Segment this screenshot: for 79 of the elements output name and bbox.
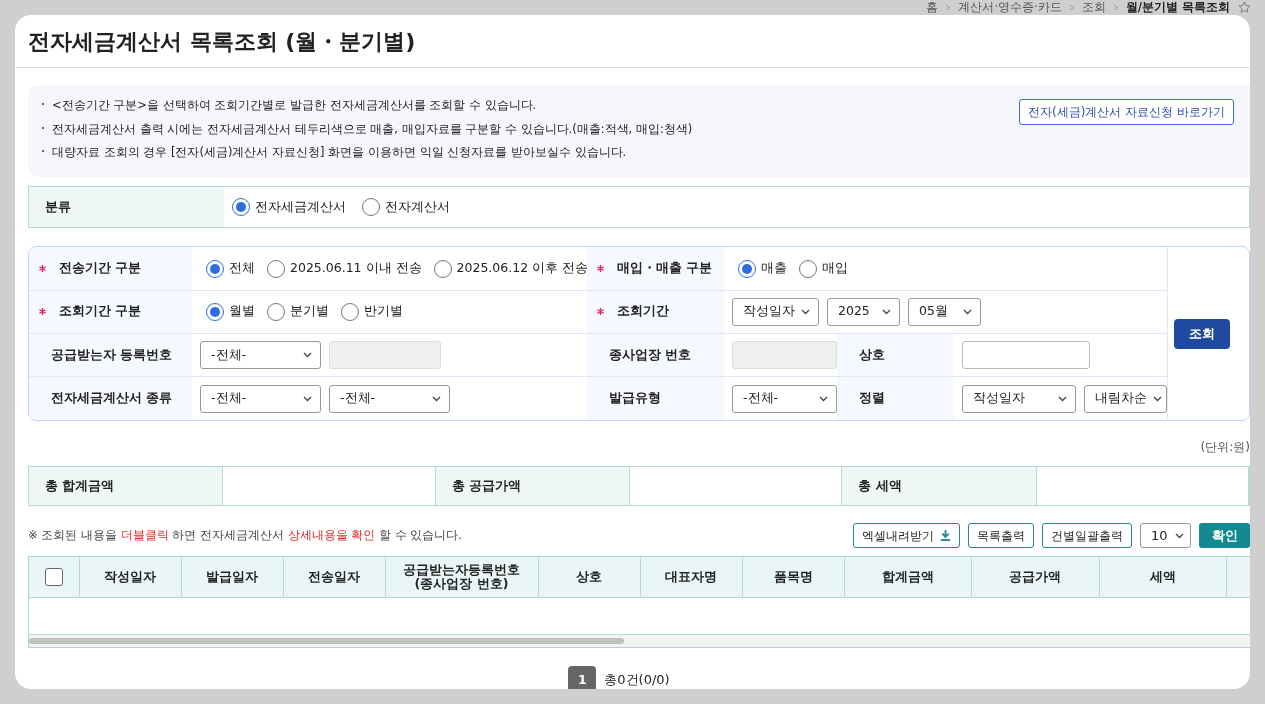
download-icon: [940, 530, 951, 542]
chevron-icon: [1058, 395, 1068, 402]
breadcrumb-link[interactable]: 홈: [926, 1, 939, 14]
chevron-icon: [432, 395, 441, 402]
radio-option[interactable]: 월별: [206, 302, 255, 322]
column-header: 발급일자: [181, 557, 283, 598]
chevron-icon: [882, 308, 891, 315]
radio-option[interactable]: 매출: [738, 259, 787, 278]
total-label: 총 공급가액: [435, 467, 631, 506]
field-label: 전송기간 구분: [59, 259, 142, 278]
column-header: 합계금액: [844, 557, 971, 598]
dropdown[interactable]: -전체-: [329, 384, 450, 413]
column-header: 공급가액: [971, 557, 1099, 598]
radio-option[interactable]: 전체: [206, 259, 255, 278]
field-label: 매입・매출 구분: [617, 259, 713, 278]
column-header: 품목명: [742, 557, 844, 598]
radio-option[interactable]: 반기별: [341, 302, 403, 322]
dropdown[interactable]: 내림차순: [1084, 384, 1167, 413]
chevron-icon: [801, 308, 810, 315]
radio-option[interactable]: 2025.06.11 이내 전송: [267, 259, 422, 278]
request-link-button[interactable]: 전자(세금)계산서 자료신청 바로가기: [1019, 99, 1234, 126]
dropdown[interactable]: 05월: [908, 297, 981, 326]
unit-label: (단위:원): [1200, 440, 1250, 455]
chevron-icon: [819, 395, 828, 402]
dropdown[interactable]: -전체-: [200, 384, 321, 413]
column-header: 공급받는자등록번호 (종사업장 번호): [385, 557, 538, 598]
breadcrumb-link[interactable]: 조회: [1081, 1, 1106, 14]
toolbar-button[interactable]: 건별일괄출력: [1042, 523, 1132, 549]
field-label: 정렬: [859, 389, 885, 408]
radio-option[interactable]: 2025.06.12 이후 전송: [433, 259, 589, 278]
chevron-icon: [1153, 395, 1163, 402]
notice-text: <전송기간 구분>을 선택하여 조회기간별로 발급한 전자세금계산서를 조회할 수 있습니다.: [40, 97, 693, 115]
category-label: 분류: [29, 187, 224, 228]
radio-option[interactable]: 분기별: [267, 302, 329, 322]
column-header: 대표자명: [640, 557, 742, 598]
dropdown[interactable]: -전체-: [200, 341, 321, 369]
radio-option[interactable]: 전자세금계산서: [232, 198, 346, 217]
result-count: 총0건(0/0): [604, 671, 670, 689]
breadcrumb-link[interactable]: 월/분기별 목록조회: [1125, 1, 1230, 14]
dropdown[interactable]: 작성일자: [732, 297, 819, 326]
page-size-dropdown[interactable]: 10: [1140, 523, 1191, 549]
column-header: 세액: [1099, 557, 1226, 598]
star-icon[interactable]: [1238, 1, 1251, 14]
dropdown[interactable]: 작성일자: [962, 384, 1077, 413]
radio-option[interactable]: 전자계산서: [362, 198, 450, 217]
chevron-icon: [303, 395, 312, 402]
notice-text: 전자세금계산서 출력 시에는 전자세금계산서 테두리색으로 매출, 매입자료를 구분할 수 있습니다.(매출:적색, 매입:청색): [40, 120, 693, 138]
field-label: 발급유형: [609, 389, 661, 408]
chevron-icon: [963, 308, 972, 315]
breadcrumb-link[interactable]: 계산서·영수증·카드: [958, 1, 1062, 14]
field-label: 상호: [859, 345, 885, 364]
confirm-button[interactable]: 확인: [1199, 523, 1250, 549]
excel-download-button[interactable]: 엑셀내려받기: [853, 523, 960, 549]
column-header: 상호: [538, 557, 640, 598]
total-label: 총 세액: [842, 467, 1037, 506]
field-label: 조회기간: [617, 302, 669, 321]
dropdown[interactable]: -전체-: [732, 384, 837, 413]
toolbar-button[interactable]: 목록출력: [968, 523, 1034, 549]
field-label: 전자세금계산서 종류: [51, 389, 173, 408]
field-label: 공급받는자 등록번호: [51, 345, 173, 364]
input-field[interactable]: [962, 341, 1090, 369]
page-title: 전자세금계산서 목록조회 (월・분기별): [28, 28, 417, 56]
page-button[interactable]: 1: [568, 665, 597, 689]
search-button[interactable]: 조회: [1173, 318, 1230, 349]
column-header: 작성일자: [79, 557, 181, 598]
chevron-icon: [1113, 4, 1118, 11]
chevron-icon: [303, 352, 312, 358]
radio-option[interactable]: 매입: [799, 259, 848, 278]
chevron-icon: [1069, 4, 1074, 11]
table-hint: ※ 조회된 내용을 더블클릭 하면 전자세금계산서 상세내용을 확인 할 수 있습니다.: [28, 527, 462, 545]
total-label: 총 합계금액: [29, 467, 224, 506]
notice-text: 대량자료 조회의 경우 [전자(세금)계산서 자료신청] 화면을 이용하면 익일 신청자료를 받아보실수 있습니다.: [40, 143, 693, 162]
chevron-icon: [1175, 532, 1184, 539]
column-header: 전송일자: [283, 557, 385, 598]
field-label: 종사업장 번호: [609, 345, 692, 364]
chevron-icon: [946, 4, 951, 11]
dropdown[interactable]: 2025: [827, 297, 900, 326]
select-all-checkbox[interactable]: [44, 568, 63, 587]
field-label: 조회기간 구분: [59, 302, 142, 321]
